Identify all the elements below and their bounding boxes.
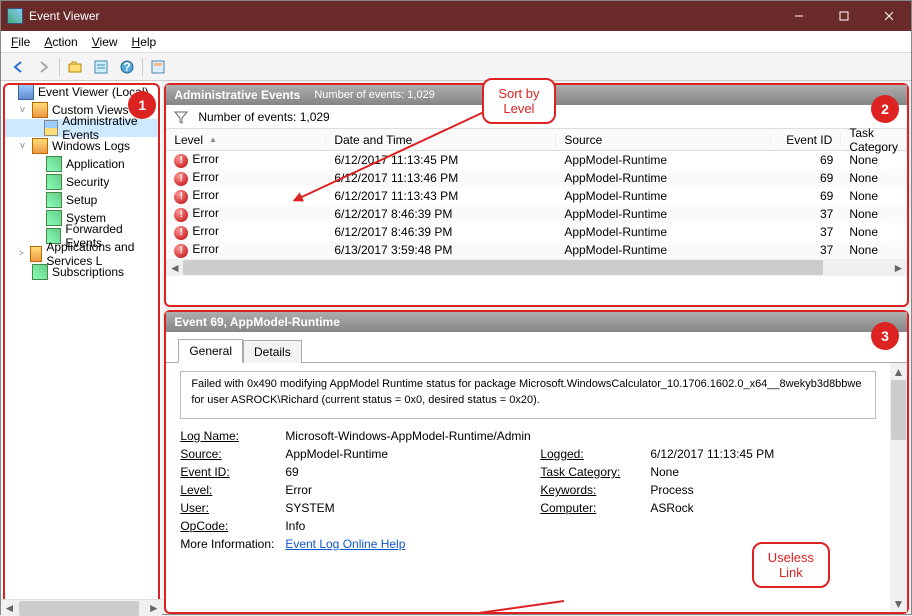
tab-general[interactable]: General xyxy=(178,339,243,363)
error-icon: ! xyxy=(174,226,188,240)
value-eventid: 69 xyxy=(285,465,540,479)
error-icon: ! xyxy=(174,244,188,258)
label-eventid: Event ID: xyxy=(180,465,285,479)
menubar: File Action View Help xyxy=(1,31,911,53)
menu-action[interactable]: Action xyxy=(38,33,83,51)
col-level[interactable]: Level▲ xyxy=(166,133,326,147)
tree-administrative-events[interactable]: Administrative Events xyxy=(3,119,160,137)
detail-vscrollbar[interactable]: ▲ ▼ xyxy=(890,363,907,612)
label-user: User: xyxy=(180,501,285,515)
table-row[interactable]: !Error6/12/2017 8:46:39 PMAppModel-Runti… xyxy=(166,223,907,241)
svg-text:?: ? xyxy=(123,60,130,74)
scroll-left-icon[interactable]: ◄ xyxy=(1,600,18,616)
scroll-right-icon[interactable]: ► xyxy=(145,600,162,616)
tree-apps-services[interactable]: >Applications and Services L xyxy=(3,245,160,263)
table-row[interactable]: !Error6/12/2017 11:13:46 PMAppModel-Runt… xyxy=(166,169,907,187)
scroll-down-icon[interactable]: ▼ xyxy=(890,595,907,612)
tree-hscrollbar[interactable]: ◄ ► xyxy=(1,599,162,616)
error-icon: ! xyxy=(174,208,188,222)
label-taskcat: Task Category: xyxy=(540,465,650,479)
annotation-badge-3: 3 xyxy=(871,322,899,350)
callout-useless-link: UselessLink xyxy=(752,542,830,588)
funnel-icon xyxy=(174,110,188,124)
menu-help[interactable]: Help xyxy=(126,33,163,51)
filter-icon[interactable] xyxy=(147,56,169,78)
label-level: Level: xyxy=(180,483,285,497)
label-computer: Computer: xyxy=(540,501,650,515)
grid-hscrollbar[interactable]: ◄ ► xyxy=(166,259,907,276)
content-pane: 2 Administrative Events Number of events… xyxy=(162,81,911,616)
table-row[interactable]: !Error6/12/2017 8:46:39 PMAppModel-Runti… xyxy=(166,205,907,223)
col-eventid[interactable]: Event ID xyxy=(771,133,841,147)
value-opcode: Info xyxy=(285,519,876,533)
label-keywords: Keywords: xyxy=(540,483,650,497)
grid-header: Level▲ Date and Time Source Event ID Tas… xyxy=(166,129,907,151)
label-opcode: OpCode: xyxy=(180,519,285,533)
events-header-count: Number of events: 1,029 xyxy=(314,89,434,101)
table-row[interactable]: !Error6/12/2017 11:13:45 PMAppModel-Runt… xyxy=(166,151,907,169)
callout-sort-by-level: Sort byLevel xyxy=(482,78,555,124)
detail-body: Failed with 0x490 modifying AppModel Run… xyxy=(166,363,907,612)
error-icon: ! xyxy=(174,172,188,186)
close-button[interactable] xyxy=(866,1,911,31)
properties-icon[interactable] xyxy=(90,56,112,78)
titlebar: Event Viewer xyxy=(1,1,911,31)
label-logname: Log Name: xyxy=(180,429,285,443)
error-icon: ! xyxy=(174,190,188,204)
value-logged: 6/12/2017 11:13:45 PM xyxy=(650,447,876,461)
filter-count-label: Number of events: 1,029 xyxy=(198,110,329,124)
events-header-title: Administrative Events xyxy=(174,88,300,102)
callout-arrow-useless xyxy=(376,600,564,612)
back-icon[interactable] xyxy=(7,56,29,78)
detail-header-title: Event 69, AppModel-Runtime xyxy=(174,315,340,329)
folder-up-icon[interactable] xyxy=(64,56,86,78)
menu-file[interactable]: File xyxy=(5,33,36,51)
minimize-button[interactable] xyxy=(776,1,821,31)
value-level: Error xyxy=(285,483,540,497)
menu-view[interactable]: View xyxy=(86,33,124,51)
tree-setup-log[interactable]: Setup xyxy=(3,191,160,209)
label-logged: Logged: xyxy=(540,447,650,461)
value-keywords: Process xyxy=(650,483,876,497)
value-taskcat: None xyxy=(650,465,876,479)
maximize-button[interactable] xyxy=(821,1,866,31)
detail-tabs: General Details xyxy=(166,332,907,363)
table-row[interactable]: !Error6/12/2017 11:13:43 PMAppModel-Runt… xyxy=(166,187,907,205)
label-source: Source: xyxy=(180,447,285,461)
detail-content: Failed with 0x490 modifying AppModel Run… xyxy=(166,363,890,612)
scroll-up-icon[interactable]: ▲ xyxy=(890,363,907,380)
col-source[interactable]: Source xyxy=(556,133,771,147)
label-moreinfo: More Information: xyxy=(180,537,285,551)
col-category[interactable]: Task Category xyxy=(841,126,907,154)
detail-kv-grid: Log Name: Microsoft-Windows-AppModel-Run… xyxy=(180,429,876,551)
scroll-right-icon[interactable]: ► xyxy=(890,259,907,276)
toolbar: ? xyxy=(1,53,911,81)
window-title: Event Viewer xyxy=(29,9,776,23)
window-controls xyxy=(776,1,911,31)
col-date[interactable]: Date and Time xyxy=(326,133,556,147)
value-computer: ASRock xyxy=(650,501,876,515)
scroll-left-icon[interactable]: ◄ xyxy=(166,259,183,276)
tree-pane: 1 Event Viewer (Local) vCustom Views Adm… xyxy=(1,81,162,616)
value-user: SYSTEM xyxy=(285,501,540,515)
app-icon xyxy=(7,8,23,24)
forward-icon[interactable] xyxy=(33,56,55,78)
tree-security-log[interactable]: Security xyxy=(3,173,160,191)
main-area: 1 Event Viewer (Local) vCustom Views Adm… xyxy=(1,81,911,616)
detail-panel: 3 Event 69, AppModel-Runtime General Det… xyxy=(164,310,909,614)
tree-application-log[interactable]: Application xyxy=(3,155,160,173)
value-logname: Microsoft-Windows-AppModel-Runtime/Admin xyxy=(285,429,876,443)
value-source: AppModel-Runtime xyxy=(285,447,540,461)
help-icon[interactable]: ? xyxy=(116,56,138,78)
detail-header: Event 69, AppModel-Runtime xyxy=(166,312,907,332)
event-description: Failed with 0x490 modifying AppModel Run… xyxy=(180,371,876,419)
table-row[interactable]: !Error6/13/2017 3:59:48 PMAppModel-Runti… xyxy=(166,241,907,259)
annotation-badge-2: 2 xyxy=(871,95,899,123)
grid-body: !Error6/12/2017 11:13:45 PMAppModel-Runt… xyxy=(166,151,907,259)
error-icon: ! xyxy=(174,154,188,168)
link-online-help[interactable]: Event Log Online Help xyxy=(285,537,405,551)
sort-asc-icon: ▲ xyxy=(209,135,217,144)
tab-details[interactable]: Details xyxy=(243,340,302,363)
